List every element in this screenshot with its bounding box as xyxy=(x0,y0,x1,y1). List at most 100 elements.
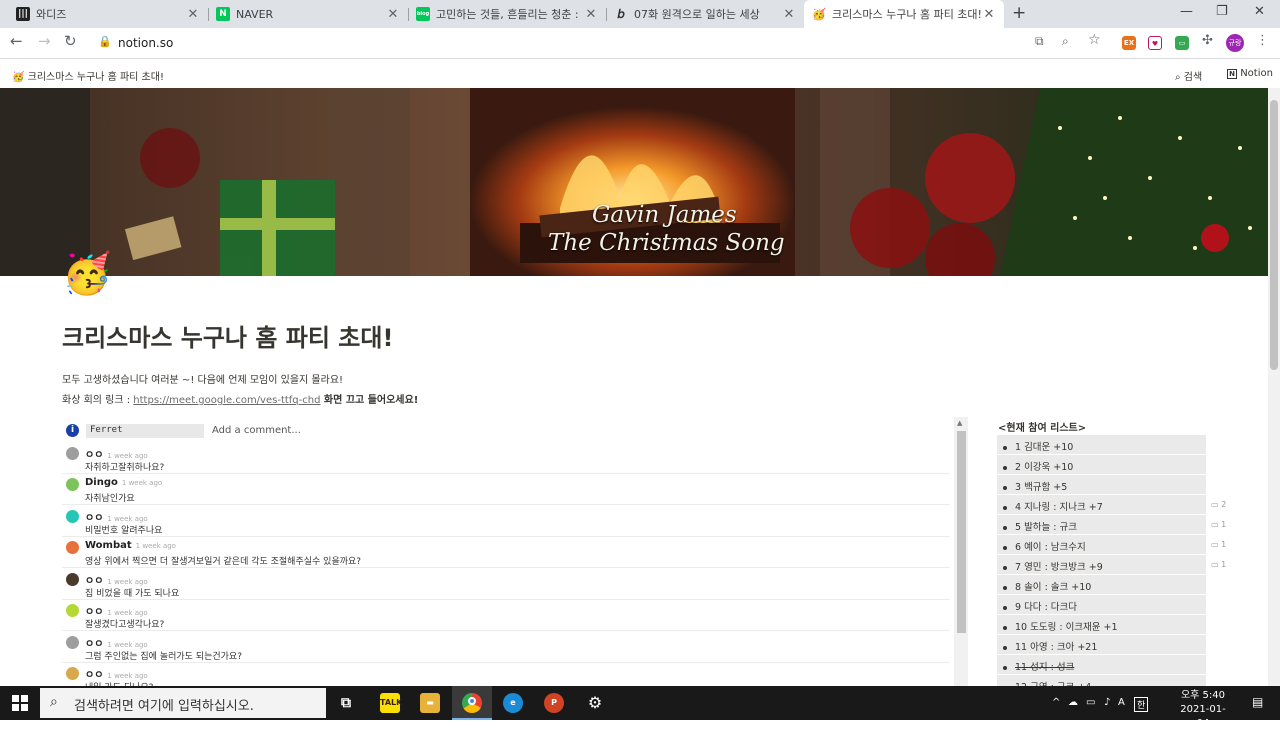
lock-icon[interactable]: 🔒 xyxy=(98,35,112,48)
page-paragraph-link[interactable]: 화상 회의 링크 : https://meet.google.com/ves-t… xyxy=(62,391,418,406)
nickname-field[interactable]: Ferret xyxy=(86,424,204,438)
close-tab-icon[interactable]: ✕ xyxy=(782,7,796,22)
participant-item[interactable]: 7 영민 : 방크방크 +9 xyxy=(997,555,1206,574)
comment-row: ㅇㅇ1 week ago내일 가도 되나요? xyxy=(62,663,950,687)
back-icon[interactable]: ← xyxy=(10,32,23,50)
extension-pocket-icon[interactable]: ♥ xyxy=(1148,36,1162,50)
close-tab-icon[interactable]: ✕ xyxy=(386,7,400,22)
minimize-icon[interactable]: — xyxy=(1180,4,1193,19)
tray-expand-icon[interactable]: ^ xyxy=(1052,697,1060,708)
task-view-icon[interactable]: ⧉ xyxy=(336,693,356,713)
clock-date: 2021-01-04 xyxy=(1180,704,1226,729)
volume-icon[interactable]: ♪ xyxy=(1104,697,1110,708)
participant-item[interactable]: 9 다다 : 다크다 xyxy=(997,595,1206,614)
comment-author: Dingo 1 week ago xyxy=(85,477,163,488)
comment-count-badge[interactable]: ▭ 1 xyxy=(1211,560,1226,569)
comment-count-badge[interactable]: ▭ 2 xyxy=(1211,500,1226,509)
participant-item[interactable]: 10 도도링 : 이크재윤 +1 xyxy=(997,615,1206,634)
powerpoint-icon[interactable]: P xyxy=(544,693,564,713)
cloud-icon[interactable]: ☁ xyxy=(1068,697,1078,708)
windows-start-icon[interactable] xyxy=(12,695,28,711)
comment-count-badge[interactable]: ▭ 1 xyxy=(1211,540,1226,549)
participant-item[interactable]: 6 예이 : 남크수지 xyxy=(997,535,1206,554)
notification-icon[interactable]: ▤ xyxy=(1252,695,1263,709)
browser-tab[interactable]: ||| 와디즈 ✕ xyxy=(8,0,208,28)
page-scrollbar[interactable] xyxy=(1268,88,1280,686)
windows-taskbar: ⌕ 검색하려면 여기에 입력하십시오. ⧉ TALK ▬ e P ⚙ ^ ☁ ▭… xyxy=(0,686,1280,729)
notion-logo-icon: N xyxy=(1227,69,1237,79)
chrome-icon[interactable] xyxy=(462,693,482,713)
extensions-puzzle-icon[interactable]: ✣ xyxy=(1202,33,1213,48)
reload-icon[interactable]: ↻ xyxy=(64,32,77,50)
taskbar-clock[interactable]: 오후 5:40 2021-01-04 xyxy=(1178,689,1228,731)
cover-image: Gavin James The Christmas Song xyxy=(0,88,1268,276)
close-tab-icon[interactable]: ✕ xyxy=(186,7,200,22)
browser-tab[interactable]: blog 고민하는 것들, 흔들리는 청춘 : ✕ xyxy=(408,0,606,28)
cover-caption: Gavin James The Christmas Song xyxy=(548,201,785,257)
notion-button[interactable]: N Notion xyxy=(1227,68,1273,79)
search-button[interactable]: ⌕ 검색 xyxy=(1175,68,1202,83)
comment-time: 1 week ago xyxy=(107,515,148,523)
page-icon[interactable]: 🥳 xyxy=(62,250,112,298)
translate-icon[interactable]: ⧉ xyxy=(1035,34,1044,49)
profile-avatar[interactable]: 규랑 xyxy=(1226,34,1244,52)
meet-link[interactable]: https://meet.google.com/ves-ttfq-chd xyxy=(133,395,320,406)
embed-scrollbar-thumb[interactable] xyxy=(957,431,966,633)
comment-text: 자취남인가요 xyxy=(85,494,135,504)
info-icon[interactable]: i xyxy=(66,424,79,437)
extension-green-icon[interactable]: ▭ xyxy=(1175,36,1189,50)
notion-topbar: 🥳 크리스마스 누구나 홈 파티 초대! ⌕ 검색 N Notion xyxy=(0,60,1280,88)
participant-text: 1 김대운 +10 xyxy=(1015,442,1074,453)
embed-scrollbar[interactable]: ▲ xyxy=(954,417,968,687)
maximize-icon[interactable]: ❐ xyxy=(1216,4,1228,19)
browser-tab-active[interactable]: 🥳 크리스마스 누구나 홈 파티 초대! ✕ xyxy=(804,0,1004,28)
participant-item[interactable]: 8 솔이 : 솔크 +10 xyxy=(997,575,1206,594)
participant-list-heading[interactable]: <현재 참여 리스트> xyxy=(998,419,1086,434)
file-explorer-icon[interactable]: ▬ xyxy=(420,693,440,713)
tab-title: 크리스마스 누구나 홈 파티 초대! xyxy=(832,8,982,21)
comment-text: 그럼 주인없는 집에 놀러가도 되는건가요? xyxy=(85,652,242,662)
ime-mode-icon[interactable]: A xyxy=(1118,697,1125,708)
participant-item[interactable]: 5 발하늘 : 규크 xyxy=(997,515,1206,534)
address-bar[interactable]: 🔒 notion.so xyxy=(88,31,1118,56)
comment-count-badge[interactable]: ▭ 1 xyxy=(1211,520,1226,529)
menu-dots-icon[interactable]: ⋮ xyxy=(1256,33,1269,48)
forward-icon[interactable]: → xyxy=(38,32,51,50)
participant-item[interactable]: 1 김대운 +10 xyxy=(997,435,1206,454)
close-tab-icon[interactable]: ✕ xyxy=(584,7,598,22)
breadcrumb[interactable]: 🥳 크리스마스 누구나 홈 파티 초대! xyxy=(12,68,164,83)
edge-icon[interactable]: e xyxy=(503,693,523,713)
browser-tab[interactable]: 𝘣 07화 원격으로 일하는 세상 ✕ xyxy=(606,0,804,28)
participant-item[interactable]: 4 지나링 : 지나크 +7 xyxy=(997,495,1206,514)
participant-item[interactable]: 11 아영 : 크아 +21 xyxy=(997,635,1206,654)
settings-gear-icon[interactable]: ⚙ xyxy=(585,693,605,713)
bookmark-star-icon[interactable]: ☆ xyxy=(1088,32,1101,48)
bullet-icon xyxy=(1003,445,1007,450)
scroll-up-icon[interactable]: ▲ xyxy=(957,419,962,427)
close-tab-icon[interactable]: ✕ xyxy=(982,7,996,22)
zoom-icon[interactable]: ⌕ xyxy=(1062,34,1069,49)
new-tab-icon[interactable]: + xyxy=(1012,3,1026,23)
participant-item[interactable]: 11 성지 : 성크 xyxy=(997,655,1206,674)
page-paragraph[interactable]: 모두 고생하셨습니다 여러분 ~! 다음에 언제 모임이 있을지 몰라요! xyxy=(62,371,343,386)
kakaotalk-icon[interactable]: TALK xyxy=(380,693,402,713)
page-title[interactable]: 크리스마스 누구나 홈 파티 초대! xyxy=(62,318,393,353)
network-icon[interactable]: ▭ xyxy=(1086,697,1095,708)
korean-ime-icon[interactable]: 한 xyxy=(1134,697,1149,712)
comment-row: ㅇㅇ 1 week ago 집 비었을 때 가도 되나요 xyxy=(62,569,950,600)
participant-item[interactable]: 12 구영 : 구크 +4 xyxy=(997,675,1206,686)
extension-ex-icon[interactable]: EX xyxy=(1122,36,1136,50)
browser-tab[interactable]: N NAVER ✕ xyxy=(208,0,408,28)
participant-item[interactable]: 3 백규함 +5 xyxy=(997,475,1206,494)
url-text[interactable]: notion.so xyxy=(118,36,173,50)
page-scrollbar-thumb[interactable] xyxy=(1270,100,1278,370)
participant-list: 1 김대운 +10 2 이강욱 +10 3 백규함 +5 4 지나링 : 지나크 +7… xyxy=(997,435,1206,686)
taskbar-search-box[interactable]: ⌕ 검색하려면 여기에 입력하십시오. xyxy=(40,688,326,718)
browser-toolbar: ← → ↻ 🔒 notion.so ⧉ ⌕ ☆ EX ♥ ▭ ✣ ⋮ xyxy=(0,28,1280,59)
link-prefix: 화상 회의 링크 : xyxy=(62,395,134,406)
breadcrumb-title: 크리스마스 누구나 홈 파티 초대! xyxy=(27,72,164,83)
add-comment-input[interactable]: Add a comment... xyxy=(212,425,301,436)
close-window-icon[interactable]: ✕ xyxy=(1254,4,1265,19)
comment-time: 1 week ago xyxy=(135,542,176,550)
participant-item[interactable]: 2 이강욱 +10 xyxy=(997,455,1206,474)
